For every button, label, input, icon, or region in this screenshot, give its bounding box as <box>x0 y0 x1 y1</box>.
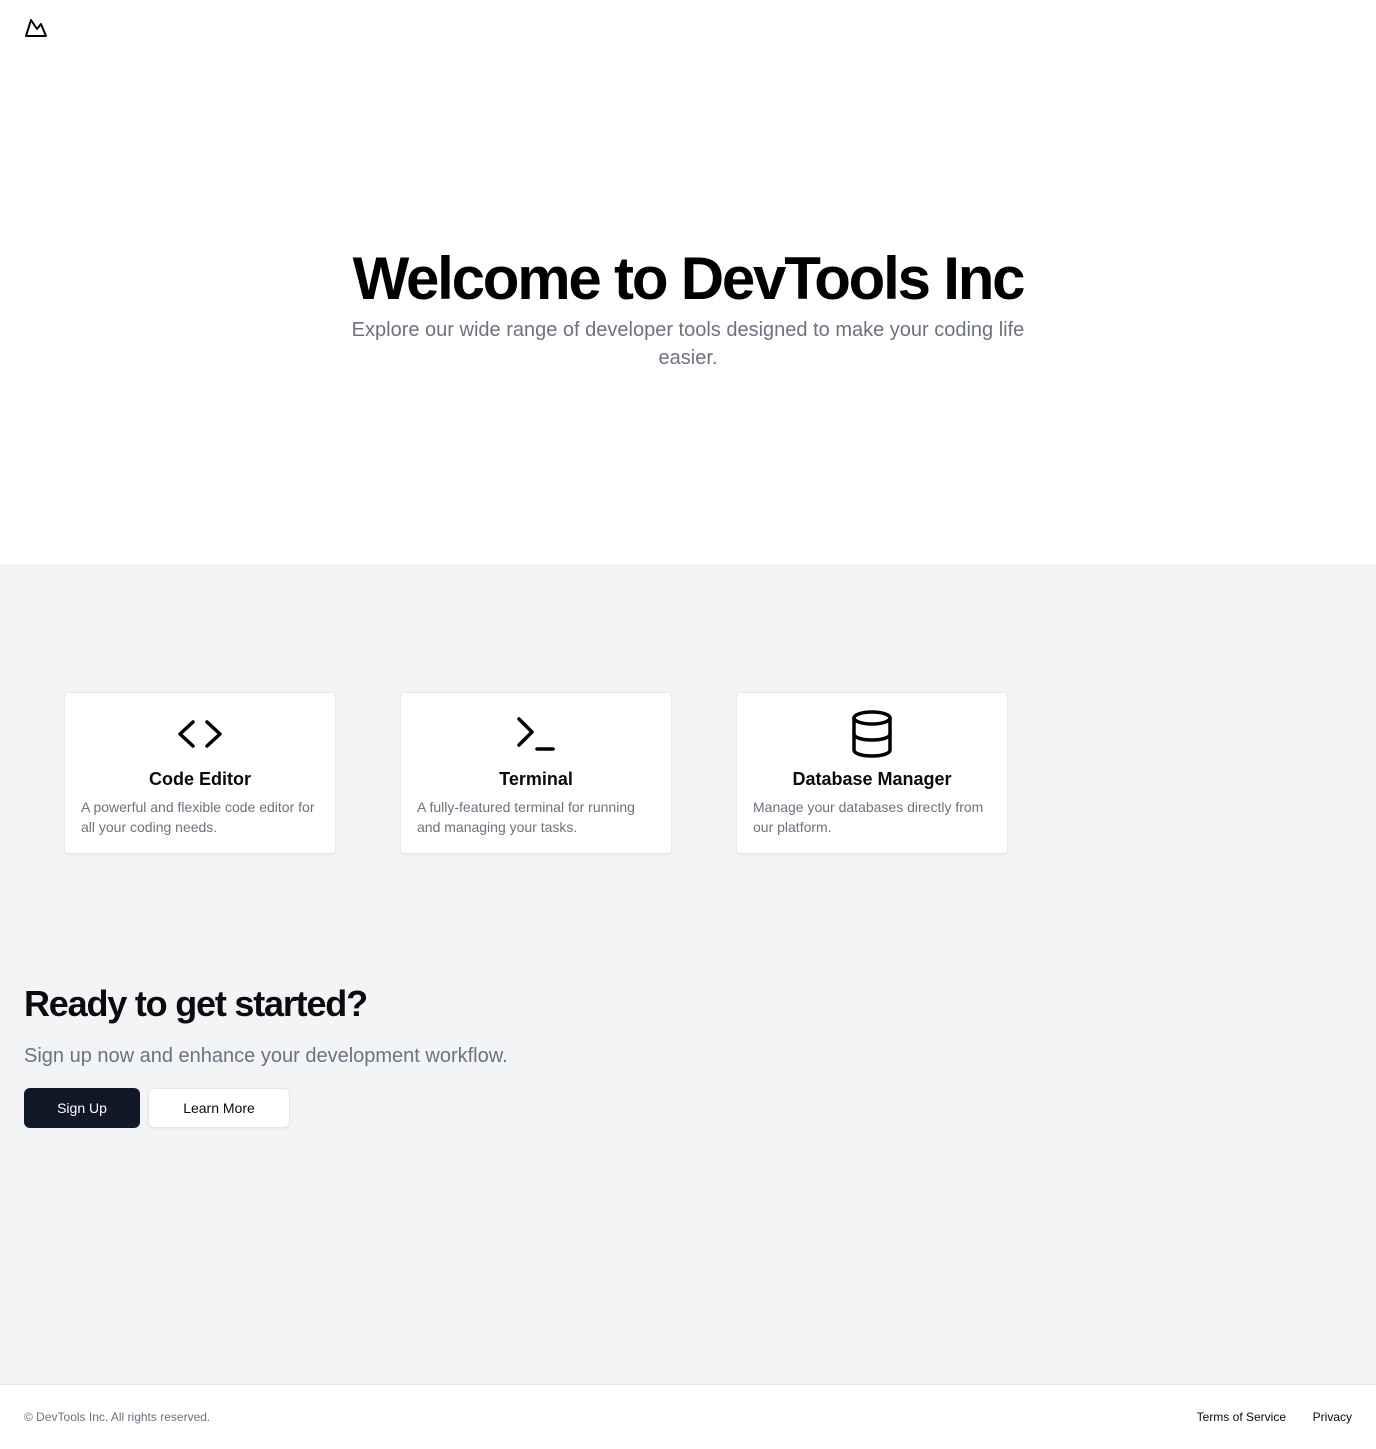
feature-title: Terminal <box>499 769 573 789</box>
hero-title: Welcome to DevTools Inc <box>352 245 1026 312</box>
hero-section: Welcome to DevTools Inc Explore our wide… <box>0 0 1376 564</box>
sign-up-button[interactable]: Sign Up <box>24 1088 140 1128</box>
site-footer: © DevTools Inc. All rights reserved. Ter… <box>0 1384 1376 1449</box>
learn-more-button[interactable]: Learn More <box>148 1088 290 1128</box>
cta-title: Ready to get started? <box>24 983 368 1024</box>
hero-subtitle: Explore our wide range of developer tool… <box>351 319 1025 369</box>
database-icon <box>852 710 892 758</box>
features-section: Code Editor A powerful and flexible code… <box>0 564 1376 1384</box>
feature-card-code-editor: Code Editor A powerful and flexible code… <box>64 692 336 854</box>
feature-description: A fully-featured terminal for running an… <box>417 799 635 835</box>
feature-description: A powerful and flexible code editor for … <box>81 799 315 835</box>
cta-subtitle: Sign up now and enhance your development… <box>24 1045 508 1067</box>
feature-card-terminal: Terminal A fully-featured terminal for r… <box>400 692 672 854</box>
site-header <box>0 0 1376 60</box>
feature-title: Code Editor <box>149 769 251 789</box>
privacy-link[interactable]: Privacy <box>1313 1409 1352 1425</box>
terminal-prompt-icon <box>517 717 555 751</box>
feature-description: Manage your databases directly from our … <box>753 799 984 835</box>
code-brackets-icon <box>178 720 222 748</box>
feature-title: Database Manager <box>792 769 952 789</box>
terms-of-service-link[interactable]: Terms of Service <box>1197 1409 1286 1425</box>
mountain-icon[interactable] <box>24 16 48 40</box>
feature-card-database-manager: Database Manager Manage your databases d… <box>736 692 1008 854</box>
copyright-text: © DevTools Inc. All rights reserved. <box>24 1410 211 1424</box>
